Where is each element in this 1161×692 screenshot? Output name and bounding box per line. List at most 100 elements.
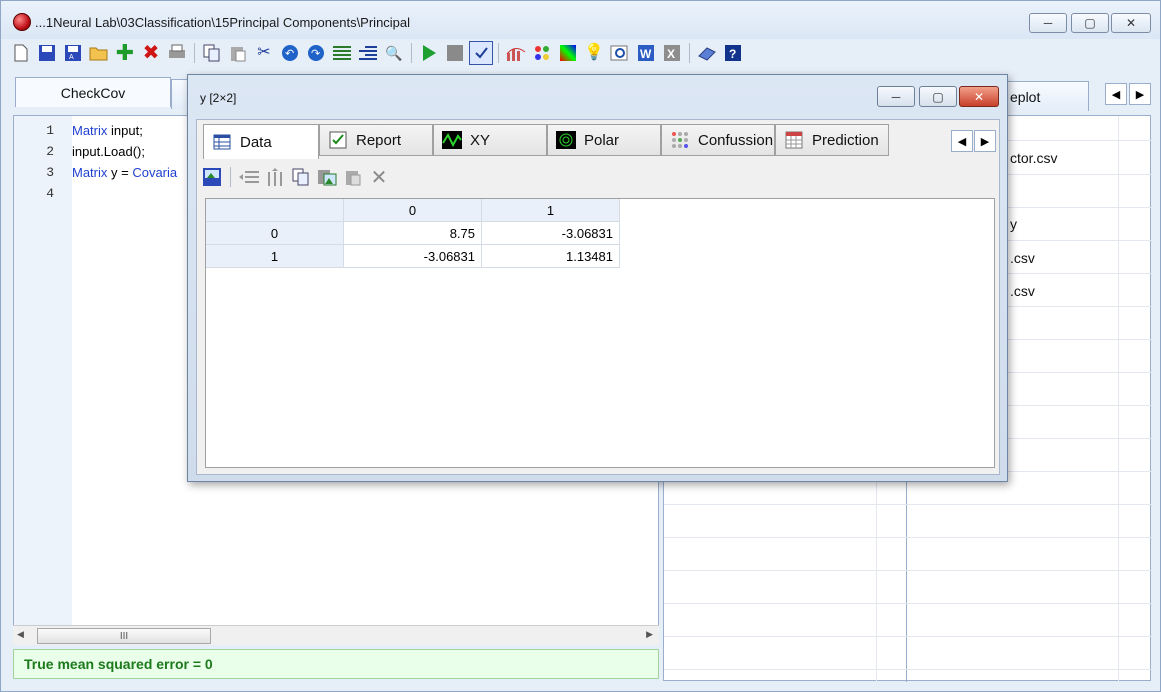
tab-label: Report — [356, 131, 402, 149]
tab-scroll-right-icon[interactable]: ▶ — [1129, 83, 1151, 105]
indent-icon[interactable] — [356, 41, 380, 65]
add-icon[interactable]: ✚ — [113, 41, 137, 65]
dialog-tab-right-icon[interactable]: ▶ — [974, 130, 996, 152]
save-icon[interactable] — [35, 41, 59, 65]
dots-icon — [670, 130, 690, 150]
minimize-button[interactable]: ─ — [1029, 13, 1067, 33]
code-text: input.Load(); — [72, 144, 145, 159]
app-icon — [13, 13, 31, 31]
svg-text:A: A — [69, 54, 74, 61]
status-output: True mean squared error = 0 — [13, 649, 659, 679]
tab-label: XY — [470, 131, 491, 149]
tab-label: Polar — [584, 131, 620, 149]
redo-icon[interactable]: ↷ — [304, 41, 328, 65]
table-cell[interactable]: 1.13481 — [482, 245, 620, 268]
polar-icon — [556, 130, 576, 150]
print-icon[interactable] — [165, 41, 189, 65]
keyword: Matrix — [72, 165, 108, 180]
main-toolbar: A ✚ ✖ ✂ ↶ ↷ 🔍 💡 W X ? — [9, 41, 745, 65]
keyword: Covaria — [132, 165, 178, 180]
copy-data-icon[interactable] — [290, 166, 312, 188]
svg-text:W: W — [640, 47, 652, 61]
tab-xy[interactable]: XY — [433, 124, 547, 156]
tab-report[interactable]: Report — [319, 124, 433, 156]
excel-icon[interactable]: X — [660, 41, 684, 65]
book-icon[interactable] — [695, 41, 719, 65]
svg-text:↶: ↶ — [285, 48, 294, 60]
close-button[interactable]: ✕ — [1111, 13, 1151, 33]
undo-icon[interactable]: ↶ — [278, 41, 302, 65]
tab-confussion[interactable]: Confussion — [661, 124, 775, 156]
tab-prediction[interactable]: Prediction — [775, 124, 889, 156]
save-as-icon[interactable]: A — [61, 41, 85, 65]
colors-icon[interactable] — [530, 41, 554, 65]
svg-text:↷: ↷ — [311, 48, 320, 60]
line-number: 2 — [46, 144, 54, 159]
tab-label: Data — [240, 133, 272, 151]
tab-polar[interactable]: Polar — [547, 124, 661, 156]
run-icon[interactable] — [417, 41, 441, 65]
lightbulb-icon[interactable]: 💡 — [582, 41, 606, 65]
tab-checkcov[interactable]: CheckCov — [15, 77, 171, 107]
insert-row-icon — [238, 166, 260, 188]
tab-data[interactable]: Data — [203, 124, 319, 159]
stop-icon[interactable] — [443, 41, 467, 65]
list-icon[interactable] — [330, 41, 354, 65]
word-icon[interactable]: W — [634, 41, 658, 65]
editor-horizontal-scrollbar[interactable]: ◀ III ▶ — [13, 625, 659, 645]
save-data-icon[interactable] — [201, 166, 223, 188]
search-icon[interactable]: 🔍 — [382, 41, 406, 65]
line-number: 1 — [46, 123, 54, 138]
check-icon[interactable] — [469, 41, 493, 65]
file-cell[interactable]: .csv — [1010, 250, 1035, 266]
table-corner — [206, 199, 344, 222]
scroll-left-icon[interactable]: ◀ — [17, 629, 24, 640]
table-icon — [212, 132, 232, 152]
file-cell[interactable]: .csv — [1010, 283, 1035, 299]
tab-scroll-left-icon[interactable]: ◀ — [1105, 83, 1127, 105]
insert-column-icon — [264, 166, 286, 188]
matrix-viewer-dialog: y [2×2] ─ ▢ ✕ Data Report XY Polar Confu… — [187, 74, 1008, 482]
paste-image-icon[interactable] — [316, 166, 338, 188]
data-toolbar: ✕ — [201, 164, 390, 190]
window-title: ...1Neural Lab\03Classification\15Princi… — [35, 15, 411, 30]
column-header[interactable]: 1 — [482, 199, 620, 222]
find-icon[interactable] — [608, 41, 632, 65]
checkbox-icon — [328, 130, 348, 150]
file-cell[interactable]: ctor.csv — [1010, 150, 1057, 166]
delete-icon[interactable]: ✖ — [139, 41, 163, 65]
new-file-icon[interactable] — [9, 41, 33, 65]
dialog-maximize-button[interactable]: ▢ — [919, 86, 957, 107]
tab-label: Prediction — [812, 131, 879, 149]
file-cell[interactable]: y — [1010, 216, 1017, 232]
matrix-table[interactable]: 0 1 0 8.75 -3.06831 1 -3.06831 1.13481 — [205, 198, 995, 468]
svg-text:X: X — [667, 47, 675, 61]
table-cell[interactable]: -3.06831 — [482, 222, 620, 245]
copy-icon[interactable] — [200, 41, 224, 65]
dialog-close-button[interactable]: ✕ — [959, 86, 999, 107]
scroll-thumb[interactable]: III — [37, 628, 211, 644]
dialog-tab-left-icon[interactable]: ◀ — [951, 130, 973, 152]
row-header[interactable]: 1 — [206, 245, 344, 268]
scroll-right-icon[interactable]: ▶ — [646, 629, 653, 640]
line-number: 3 — [46, 165, 54, 180]
code-text: y = — [107, 165, 133, 180]
dialog-minimize-button[interactable]: ─ — [877, 86, 915, 107]
column-header[interactable]: 0 — [344, 199, 482, 222]
cut-icon[interactable]: ✂ — [252, 41, 276, 65]
chart-icon[interactable] — [504, 41, 528, 65]
svg-text:?: ? — [729, 47, 736, 61]
table-cell[interactable]: 8.75 — [344, 222, 482, 245]
row-header[interactable]: 0 — [206, 222, 344, 245]
tab-label: Confussion — [698, 131, 774, 149]
table-cell[interactable]: -3.06831 — [344, 245, 482, 268]
line-number: 4 — [46, 186, 54, 201]
maximize-button[interactable]: ▢ — [1071, 13, 1109, 33]
open-folder-icon[interactable] — [87, 41, 111, 65]
palette-icon[interactable] — [556, 41, 580, 65]
tab-boxplot[interactable]: eplot — [1007, 81, 1089, 111]
paste-icon[interactable] — [226, 41, 250, 65]
code-text: input; — [107, 123, 143, 138]
dialog-title: y [2×2] — [200, 91, 237, 105]
help-icon[interactable]: ? — [721, 41, 745, 65]
